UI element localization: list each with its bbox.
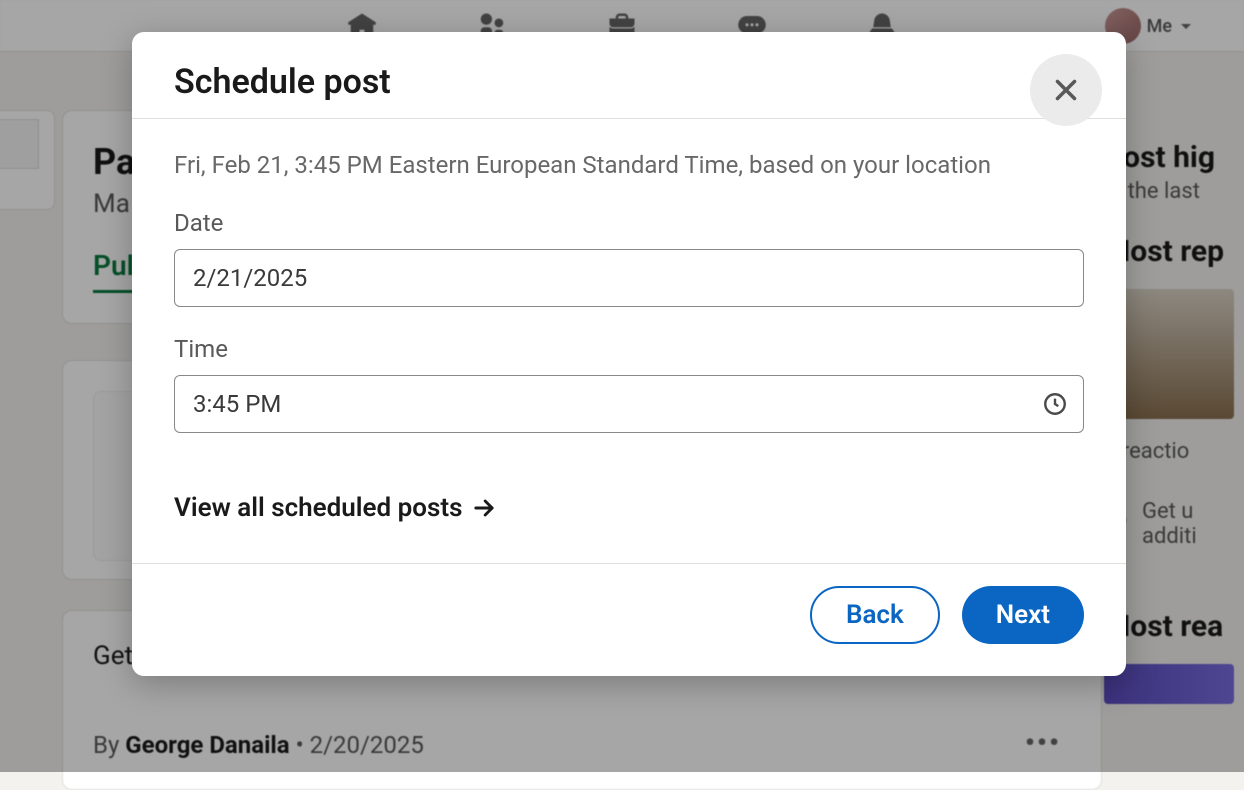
modal-footer: Back Next [132,563,1126,676]
back-button[interactable]: Back [810,586,940,644]
modal-header: Schedule post [132,32,1126,118]
next-button[interactable]: Next [962,586,1084,644]
modal-body: Fri, Feb 21, 3:45 PM Eastern European St… [132,119,1126,563]
close-button[interactable] [1030,54,1102,126]
schedule-post-modal: Schedule post Fri, Feb 21, 3:45 PM Easte… [132,32,1126,676]
date-input[interactable] [174,249,1084,307]
time-input[interactable] [174,375,1084,433]
arrow-right-icon [470,494,498,522]
timezone-info: Fri, Feb 21, 3:45 PM Eastern European St… [174,149,1084,183]
modal-title: Schedule post [174,62,1084,102]
view-scheduled-link[interactable]: View all scheduled posts [174,493,498,523]
close-icon [1049,73,1083,107]
time-label: Time [174,335,1084,363]
date-label: Date [174,209,1084,237]
